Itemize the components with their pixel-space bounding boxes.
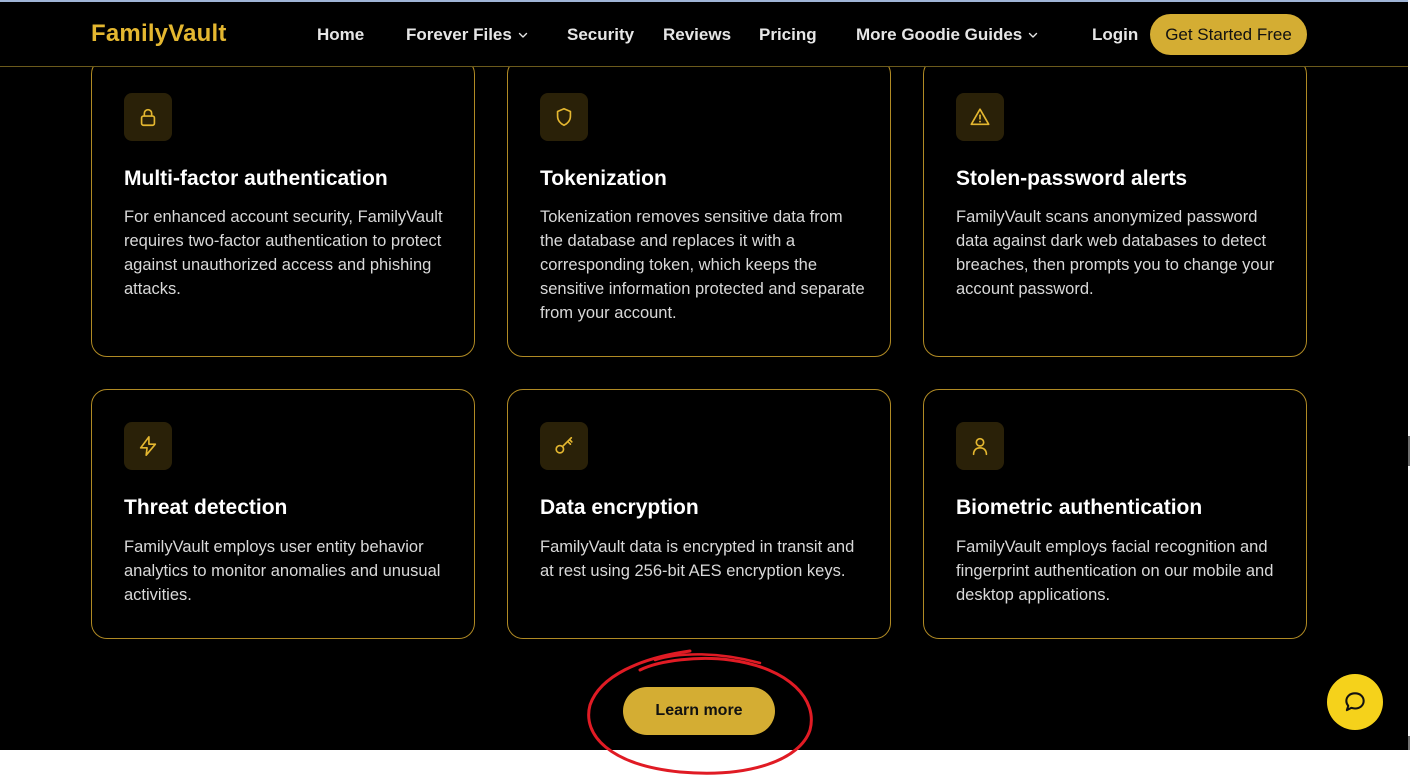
feature-description: FamilyVault data is encrypted in transit… xyxy=(540,538,855,580)
feature-icon-box xyxy=(124,422,172,470)
feature-description: FamilyVault scans anonymized password da… xyxy=(956,208,1275,298)
nav-security[interactable]: Security xyxy=(567,25,634,45)
feature-title: Stolen-password alerts xyxy=(956,167,1188,190)
nav-forever-files-label: Forever Files xyxy=(406,25,512,44)
scrollbar-thumb[interactable] xyxy=(1408,436,1410,466)
feature-icon-box xyxy=(540,422,588,470)
feature-card-biometric: Biometric authentication FamilyVault emp… xyxy=(923,389,1307,639)
feature-card-multi-factor: Multi-factor authentication For enhanced… xyxy=(91,58,475,357)
chat-widget-button[interactable] xyxy=(1327,674,1383,730)
chevron-down-icon xyxy=(1029,32,1038,38)
nav-more-goodie-guides[interactable]: More Goodie Guides xyxy=(856,25,1038,45)
nav-pricing-label: Pricing xyxy=(759,25,817,44)
site-header: FamilyVault Home Forever Files Security … xyxy=(0,2,1408,67)
logo[interactable]: FamilyVault xyxy=(91,20,227,48)
feature-description: Tokenization removes sensitive data from… xyxy=(540,208,865,322)
feature-title: Biometric authentication xyxy=(956,496,1203,519)
feature-title: Data encryption xyxy=(540,496,699,519)
feature-title: Tokenization xyxy=(540,167,667,190)
login-link[interactable]: Login xyxy=(1092,25,1138,45)
feature-icon-box xyxy=(956,422,1004,470)
feature-card-threat-detection: Threat detection FamilyVault employs use… xyxy=(91,389,475,639)
nav-home[interactable]: Home xyxy=(317,25,364,45)
shield-icon xyxy=(556,107,572,127)
nav-forever-files[interactable]: Forever Files xyxy=(406,25,528,45)
nav-more-goodie-guides-label: More Goodie Guides xyxy=(856,25,1023,44)
lightning-icon xyxy=(139,436,157,456)
feature-title: Threat detection xyxy=(124,496,288,519)
key-icon xyxy=(555,436,573,454)
feature-description: FamilyVault employs facial recognition a… xyxy=(956,538,1274,604)
scrollbar-track-end[interactable] xyxy=(1408,736,1410,750)
feature-description: For enhanced account security, FamilyVau… xyxy=(124,208,443,298)
feature-description: FamilyVault employs user entity behavior… xyxy=(124,538,441,604)
lock-icon xyxy=(140,108,156,127)
feature-icon-box xyxy=(540,93,588,141)
login-label: Login xyxy=(1092,25,1139,44)
feature-icon-box xyxy=(124,93,172,141)
nav-pricing[interactable]: Pricing xyxy=(759,25,817,45)
feature-card-tokenization: Tokenization Tokenization removes sensit… xyxy=(507,58,891,357)
feature-card-stolen-password: Stolen-password alerts FamilyVault scans… xyxy=(923,58,1307,357)
page: FamilyVault Home Forever Files Security … xyxy=(0,0,1412,777)
nav-security-label: Security xyxy=(567,25,635,44)
feature-card-data-encryption: Data encryption FamilyVault data is encr… xyxy=(507,389,891,639)
feature-title: Multi-factor authentication xyxy=(124,167,388,190)
chat-bubble-icon xyxy=(1345,692,1365,712)
nav-reviews[interactable]: Reviews xyxy=(663,25,731,45)
nav-home-label: Home xyxy=(317,25,365,44)
nav-reviews-label: Reviews xyxy=(663,25,732,44)
warning-icon xyxy=(970,108,990,126)
feature-icon-box xyxy=(956,93,1004,141)
user-icon xyxy=(972,437,988,456)
learn-more-button[interactable]: Learn more xyxy=(623,687,775,735)
security-features-section: FamilyVault Home Forever Files Security … xyxy=(0,0,1408,750)
get-started-free-button[interactable]: Get Started Free xyxy=(1150,14,1307,55)
chevron-down-icon xyxy=(518,32,528,38)
